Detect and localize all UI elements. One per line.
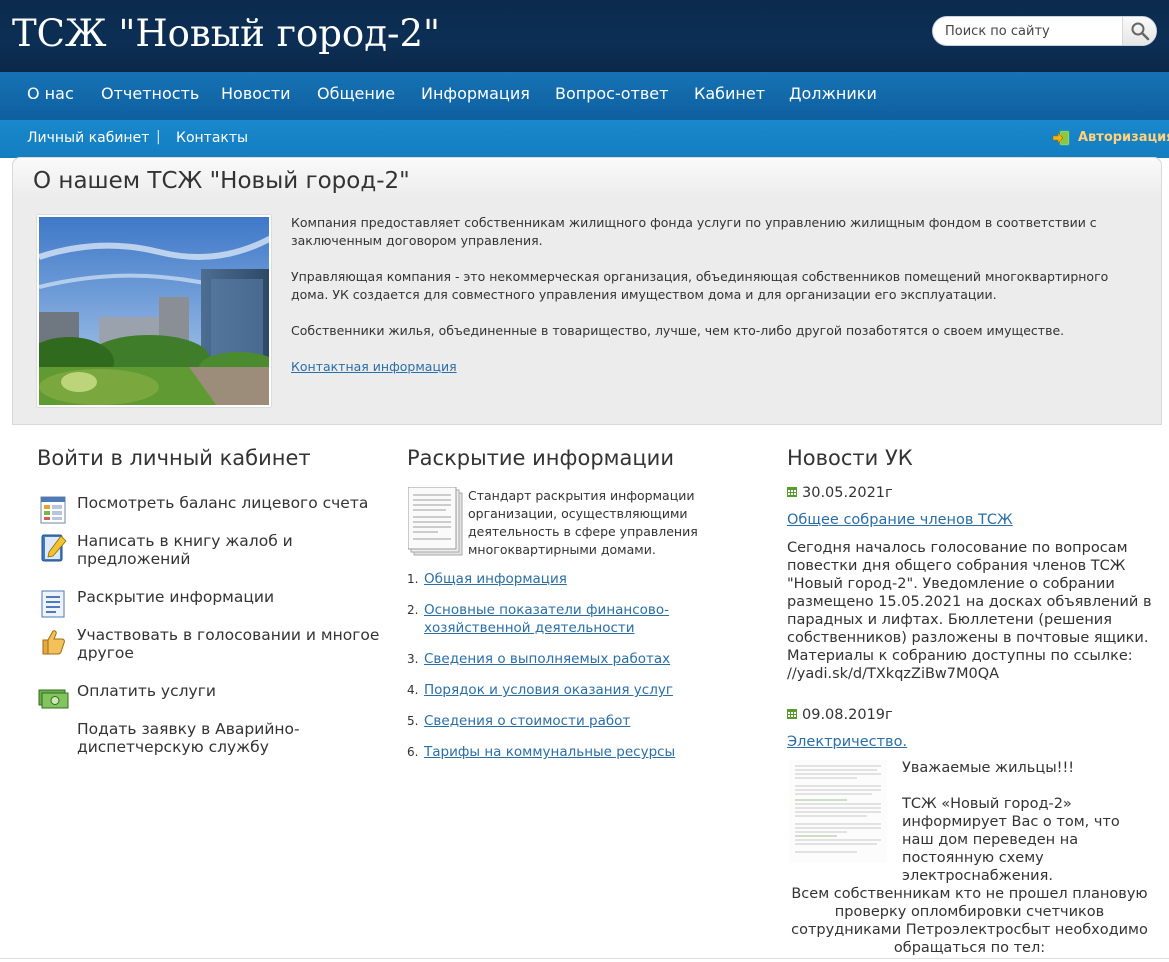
disclosure-item-number: 4. xyxy=(407,683,419,697)
money-icon xyxy=(38,689,69,709)
disclosure-link-financial[interactable]: Основные показатели финансово-хозяйствен… xyxy=(424,601,694,637)
login-icon xyxy=(1053,130,1070,146)
nav-cabinet[interactable]: Кабинет xyxy=(694,84,765,103)
nav-information[interactable]: Информация xyxy=(421,84,530,103)
news-title: Новости УК xyxy=(787,446,913,470)
nav-debtors[interactable]: Должники xyxy=(789,84,877,103)
news-body: ТСЖ «Новый город-2» информирует Вас о то… xyxy=(902,796,1120,884)
news-body: Сегодня началось голосование по вопросам… xyxy=(787,540,1152,682)
about-title: О нашем ТСЖ "Новый город-2" xyxy=(33,168,410,194)
document-stack-icon xyxy=(408,487,463,556)
about-paragraph: Компания предоставляет собственникам жил… xyxy=(291,215,1097,248)
disclosure-item-number: 1. xyxy=(407,572,419,586)
login-label: Авторизация xyxy=(1078,130,1169,145)
nav-qa[interactable]: Вопрос-ответ xyxy=(555,84,668,103)
subnav-personal-cabinet[interactable]: Личный кабинет xyxy=(27,130,149,146)
disclosure-item-number: 5. xyxy=(407,714,419,728)
nav-communication[interactable]: Общение xyxy=(317,84,395,103)
sub-nav: Личный кабинет | Контакты Авторизация xyxy=(0,120,1169,158)
nav-news[interactable]: Новости xyxy=(221,84,291,103)
cabinet-item-label: Участвовать в голосовании и многое друго… xyxy=(77,626,380,662)
nav-about[interactable]: О нас xyxy=(27,84,74,103)
news-date-text: 30.05.2021г xyxy=(802,485,893,501)
search-button[interactable] xyxy=(1122,17,1156,45)
cabinet-item-label: Подать заявку в Аварийно-диспетчерскую с… xyxy=(77,720,300,756)
disclosure-link-general[interactable]: Общая информация xyxy=(424,570,694,588)
disclosure-link-works[interactable]: Сведения о выполняемых работах xyxy=(424,650,694,668)
document-list-icon xyxy=(41,590,65,618)
news-date: 30.05.2021г xyxy=(787,485,893,501)
cabinet-title: Войти в личный кабинет xyxy=(37,446,311,470)
about-photo xyxy=(37,215,271,407)
news-date-text: 09.08.2019г xyxy=(802,707,893,723)
subnav-separator: | xyxy=(156,129,161,145)
disclosure-link-cost[interactable]: Сведения о стоимости работ xyxy=(424,712,694,730)
disclosure-link-tariffs[interactable]: Тарифы на коммунальные ресурсы xyxy=(424,743,694,761)
thumbs-up-icon xyxy=(42,630,65,655)
cabinet-item-label: Раскрытие информации xyxy=(77,588,275,606)
calendar-icon xyxy=(787,709,797,719)
subnav-contacts[interactable]: Контакты xyxy=(176,130,248,146)
disclosure-intro-text: Стандарт раскрытия информации организаци… xyxy=(468,488,698,557)
calendar-icon xyxy=(787,487,797,497)
notebook-pen-icon xyxy=(41,534,67,562)
contact-info-link[interactable]: Контактная информация xyxy=(291,359,457,374)
document-thumbnail-icon xyxy=(789,760,887,863)
news-date: 09.08.2019г xyxy=(787,707,893,723)
cabinet-item-label: Оплатить услуги xyxy=(77,682,216,700)
cabinet-item-label: Написать в книгу жалоб и предложений xyxy=(77,532,293,568)
news-link-meeting[interactable]: Общее собрание членов ТСЖ xyxy=(787,512,1013,528)
news-greeting: Уважаемые жильцы!!! xyxy=(902,760,1075,776)
about-paragraph: Управляющая компания - это некоммерческа… xyxy=(291,269,1109,302)
about-text: Компания предоставляет собственникам жил… xyxy=(291,214,1121,394)
search-icon xyxy=(1131,22,1150,41)
disclosure-title: Раскрытие информации xyxy=(407,446,674,470)
bottom-divider xyxy=(0,958,1169,959)
balance-sheet-icon xyxy=(40,496,66,524)
news-thumbnail[interactable] xyxy=(787,760,889,863)
cabinet-item-label: Посмотреть баланс лицевого счета xyxy=(77,494,369,512)
site-title[interactable]: ТСЖ "Новый город-2" xyxy=(12,12,440,55)
disclosure-link-services[interactable]: Порядок и условия оказания услуг xyxy=(424,681,694,699)
disclosure-item-number: 6. xyxy=(407,745,419,759)
nav-reports[interactable]: Отчетность xyxy=(101,84,199,103)
disclosure-item-number: 3. xyxy=(407,652,419,666)
site-header: ТСЖ "Новый город-2" xyxy=(0,0,1169,72)
news-text: Уважаемые жильцы!!! ТСЖ «Новый город-2» … xyxy=(902,759,1152,885)
building-photo-icon xyxy=(39,217,269,405)
news-link-electricity[interactable]: Электричество. xyxy=(787,734,907,750)
main-nav: О нас Отчетность Новости Общение Информа… xyxy=(0,72,1169,120)
news-body-tail: Всем собственникам кто не прошел планову… xyxy=(791,886,1148,956)
disclosure-item-number: 2. xyxy=(407,603,419,617)
search-box xyxy=(932,16,1157,46)
search-input[interactable] xyxy=(945,17,1120,45)
about-paragraph: Собственники жилья, объединенные в товар… xyxy=(291,323,1065,338)
about-panel: О нашем ТСЖ "Новый город-2" Компания пре… xyxy=(12,157,1162,425)
